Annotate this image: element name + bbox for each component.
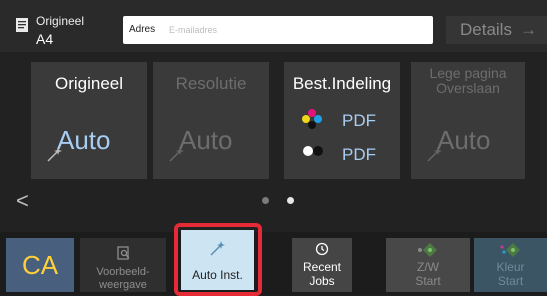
color-start-label-line1: Kleur [496, 260, 525, 274]
details-button[interactable]: Details → [446, 16, 547, 44]
recent-jobs-label-line2: Jobs [309, 274, 335, 288]
tile-original-title: Origineel [54, 74, 124, 93]
start-diamond-icon [418, 243, 437, 257]
address-field[interactable]: Adres [123, 16, 435, 44]
arrow-right-icon: → [519, 20, 537, 39]
tile-resolution: Resolutie Auto [153, 62, 269, 179]
top-bar: Origineel A4 Adres Details → [0, 0, 547, 52]
color-format-value: PDF [342, 111, 376, 130]
tile-original-value: Auto [57, 125, 111, 155]
preview-label-line1: Voorbeeld- [96, 266, 150, 278]
tile-file-format-title: Best.Indeling [292, 74, 392, 93]
preview-icon [117, 246, 130, 260]
bw-mode-icon [303, 146, 323, 156]
page-indicator-dot-1[interactable] [262, 197, 269, 204]
page-indicator-dot-2[interactable] [287, 197, 294, 204]
recent-jobs-button[interactable]: Recent Jobs [292, 238, 352, 292]
recent-jobs-label-line1: Recent [302, 260, 342, 274]
details-label: Details [460, 20, 512, 39]
address-label: Adres [129, 24, 156, 35]
color-start-label: Kleur Start [474, 260, 547, 288]
tile-resolution-value: Auto [179, 125, 233, 155]
email-address-input[interactable] [165, 21, 435, 39]
start-diamond-icon [499, 243, 520, 257]
original-label: Origineel [36, 14, 85, 28]
auto-set-label: Auto Inst. [192, 268, 243, 282]
tile-original[interactable]: Origineel Auto [31, 62, 147, 179]
color-start-label-line2: Start [497, 274, 524, 288]
color-mode-icon [302, 109, 322, 129]
original-size: A4 [36, 31, 54, 47]
auto-set-button[interactable]: Auto Inst. [181, 230, 254, 290]
tile-skip-blank-title: Lege pagina Overslaan [411, 66, 525, 96]
bw-start-label-line1: Z/W [417, 260, 439, 274]
recent-jobs-label: Recent Jobs [292, 260, 352, 288]
bw-start-button[interactable]: Z/W Start [386, 238, 470, 292]
scan-screen: Origineel A4 Adres Details → Origineel Au… [0, 0, 547, 296]
tile-skip-blank-page: Lege pagina Overslaan Auto [411, 62, 525, 179]
auto-wand-icon [210, 241, 225, 256]
preview-label: Voorbeeld- weergave [80, 266, 166, 292]
previous-page-arrow[interactable]: < [16, 188, 29, 214]
tile-skip-blank-title-line2: Overslaan [436, 80, 500, 96]
preview-label-line2: weergave [99, 279, 147, 291]
document-icon [16, 18, 28, 32]
bw-start-label: Z/W Start [386, 260, 470, 288]
clear-all-button[interactable]: CA [6, 238, 74, 292]
bw-start-label-line2: Start [415, 274, 441, 288]
tile-resolution-title: Resolutie [175, 74, 247, 93]
preview-button[interactable]: Voorbeeld- weergave [80, 238, 166, 292]
history-icon [315, 242, 329, 256]
tile-skip-blank-title-line1: Lege pagina [429, 65, 507, 81]
tile-file-format[interactable]: Best.Indeling PDF PDF [284, 62, 400, 179]
tile-skip-blank-value: Auto [437, 125, 491, 155]
color-start-button[interactable]: Kleur Start [474, 238, 547, 292]
bw-format-value: PDF [342, 145, 376, 164]
